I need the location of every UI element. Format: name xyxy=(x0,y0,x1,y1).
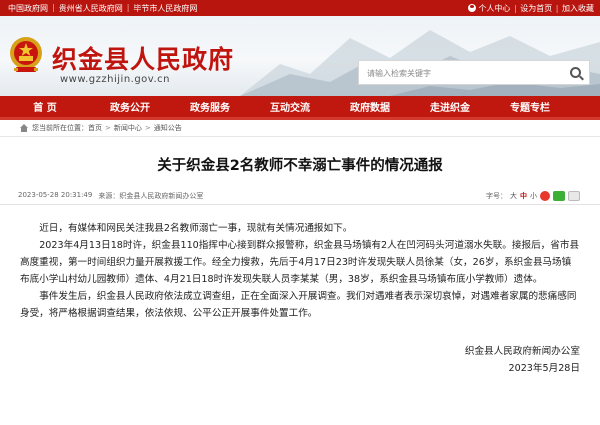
breadcrumb-home[interactable]: 您当前所在位置：首页 xyxy=(32,123,102,133)
site-header: 织金县人民政府 www.gzzhijin.gov.cn xyxy=(0,16,600,96)
user-links: 个人中心 | 设为首页 | 加入收藏 xyxy=(468,3,594,14)
link-china-gov[interactable]: 中国政府网 xyxy=(6,3,50,14)
article-signature: 织金县人民政府新闻办公室 2023年5月28日 xyxy=(0,343,600,377)
breadcrumb: 您当前所在位置：首页 > 新闻中心 > 通知公告 xyxy=(0,120,600,137)
wechat-share-icon[interactable] xyxy=(553,190,565,201)
separator: | xyxy=(52,2,55,12)
paragraph: 2023年4月13日18时许，织金县110指挥中心接到群众报警称，织金县马场镇有… xyxy=(20,240,580,285)
chevron-right-icon: > xyxy=(144,124,151,132)
national-emblem-icon xyxy=(10,37,42,72)
article-title: 关于织金县2名教师不幸溺亡事件的情况通报 xyxy=(157,158,443,174)
add-favorite-link[interactable]: 加入收藏 xyxy=(562,3,594,14)
top-utility-bar: 中国政府网 | 贵州省人民政府网 | 毕节市人民政府网 个人中心 | 设为首页 … xyxy=(0,0,600,16)
nav-special-topics[interactable]: 专题专栏 xyxy=(490,99,570,114)
separator: | xyxy=(511,3,520,13)
article-source: 来源：织金县人民政府新闻办公室 xyxy=(98,191,204,200)
breadcrumb-notices[interactable]: 通知公告 xyxy=(154,123,182,133)
signature-date: 2023年5月28日 xyxy=(508,363,580,374)
article-body: 近日，有媒体和网民关注我县2名教师溺亡一事，现就有关情况通报如下。 2023年4… xyxy=(0,220,600,322)
nav-interaction[interactable]: 互动交流 xyxy=(250,99,330,114)
external-links: 中国政府网 | 贵州省人民政府网 | 毕节市人民政府网 xyxy=(6,3,199,14)
chevron-right-icon: > xyxy=(105,124,111,132)
separator: | xyxy=(126,2,130,12)
font-size-small[interactable]: 小 xyxy=(530,191,537,201)
set-homepage-link[interactable]: 设为首页 xyxy=(520,3,552,14)
search-icon[interactable] xyxy=(570,67,581,78)
search-box xyxy=(358,60,590,85)
qq-share-icon[interactable] xyxy=(568,190,580,201)
nav-about-zhijin[interactable]: 走进织金 xyxy=(410,99,490,114)
weibo-share-icon[interactable] xyxy=(540,190,550,201)
breadcrumb-news-center[interactable]: 新闻中心 xyxy=(114,123,142,133)
link-guizhou-gov[interactable]: 贵州省人民政府网 xyxy=(57,3,125,14)
personal-center-link[interactable]: 个人中心 xyxy=(478,3,510,14)
font-size-label: 字号： xyxy=(486,191,507,200)
nav-gov-services[interactable]: 政务服务 xyxy=(170,99,250,114)
separator: | xyxy=(553,3,561,13)
paragraph: 近日，有媒体和网民关注我县2名教师溺亡一事，现就有关情况通报如下。 xyxy=(39,223,353,234)
site-title[interactable]: 织金县人民政府 xyxy=(52,40,234,76)
font-size-medium[interactable]: 中 xyxy=(520,191,527,201)
nav-home[interactable]: 首 页 xyxy=(0,99,90,114)
nav-gov-affairs-open[interactable]: 政务公开 xyxy=(90,99,170,114)
publish-date: 2023-05-28 20:31:49 xyxy=(18,190,93,199)
article-meta: 2023-05-28 20:31:49 来源：织金县人民政府新闻办公室 字号： … xyxy=(0,187,600,205)
nav-gov-data[interactable]: 政府数据 xyxy=(330,99,410,114)
font-size-large[interactable]: 大 xyxy=(510,191,517,201)
signature-org: 织金县人民政府新闻办公室 xyxy=(464,346,580,357)
site-domain: www.gzzhijin.gov.cn xyxy=(60,74,170,85)
home-icon xyxy=(20,124,28,132)
search-input[interactable] xyxy=(359,62,559,85)
main-nav: 首 页 政务公开 政务服务 互动交流 政府数据 走进织金 专题专栏 xyxy=(0,96,600,117)
link-bijie-gov[interactable]: 毕节市人民政府网 xyxy=(131,3,199,14)
user-icon xyxy=(468,4,477,12)
paragraph: 事件发生后，织金县人民政府依法成立调查组，正在全面深入开展调查。我们对遇难者表示… xyxy=(20,291,577,319)
